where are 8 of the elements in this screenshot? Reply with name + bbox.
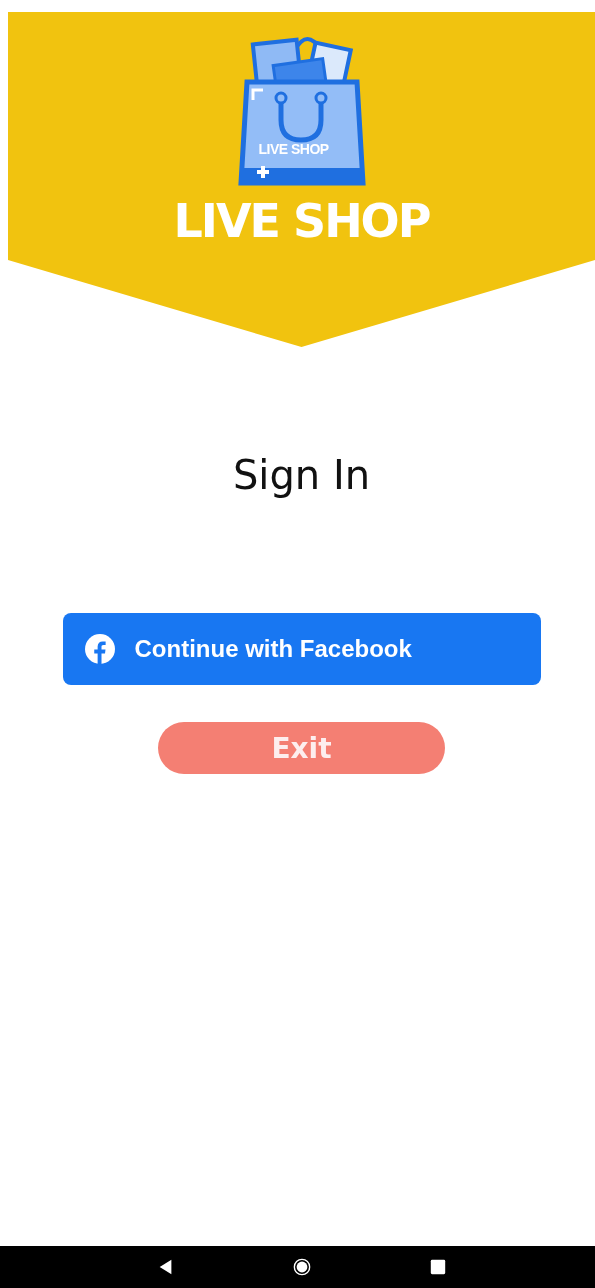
- sign-in-heading: Sign In: [232, 452, 371, 498]
- exit-button[interactable]: Exit: [158, 722, 445, 774]
- app-title: LIVE SHOP: [173, 196, 430, 247]
- logo-text: LIVE SHOP: [258, 141, 329, 157]
- facebook-icon: [84, 634, 115, 664]
- home-icon[interactable]: [292, 1258, 311, 1276]
- facebook-button[interactable]: Continue with Facebook: [62, 613, 541, 685]
- recents-icon[interactable]: [428, 1258, 447, 1276]
